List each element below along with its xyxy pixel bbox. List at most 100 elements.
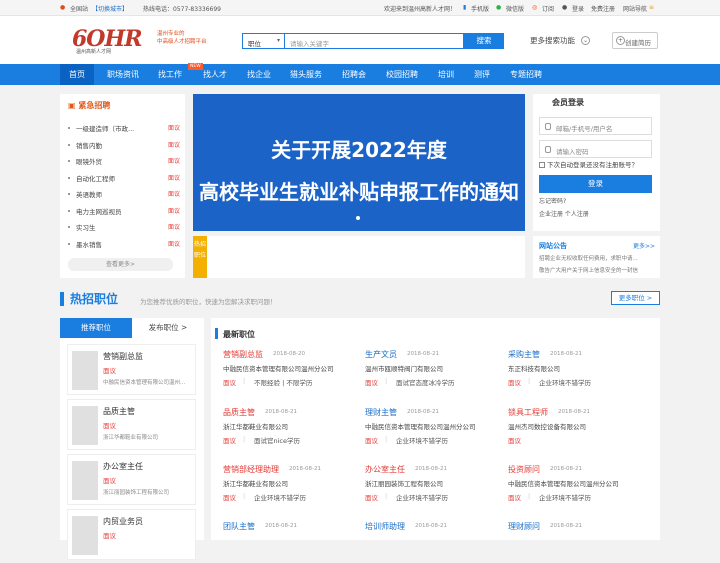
- latest-job-item[interactable]: 投资顾问 2018-08-21 中融民信资本管理有限公司温州分公司 面议 | 企业环境不错…: [508, 464, 648, 506]
- mobile-link[interactable]: 手机版: [471, 4, 489, 13]
- see-more-button[interactable]: 查看更多>: [68, 258, 173, 271]
- latest-job-item[interactable]: 培训师助理 2018-08-21: [365, 521, 505, 563]
- job-card[interactable]: 内贸业务员 面议: [67, 509, 196, 560]
- job-name-link[interactable]: 办公室主任: [365, 464, 405, 475]
- urgent-item[interactable]: 一级建造师（市政... 面议: [68, 123, 180, 133]
- nav-news[interactable]: 职场资讯: [101, 64, 145, 85]
- urgent-item-title: 销售内勤: [76, 141, 102, 150]
- login-link[interactable]: 登录: [572, 4, 584, 13]
- job-company[interactable]: 浙江华都鞋业有限公司: [223, 421, 288, 431]
- nav-find-company[interactable]: 找企业: [240, 64, 278, 85]
- job-company[interactable]: 温州杰司数控设备有限公司: [508, 421, 586, 431]
- job-company[interactable]: 浙江丽园装饰工程有限公司: [365, 478, 443, 488]
- latest-job-item[interactable]: 办公室主任 2018-08-21 浙江丽园装饰工程有限公司 面议 | 企业环境不错学历: [365, 464, 505, 506]
- subscribe-link[interactable]: 订阅: [542, 4, 554, 13]
- job-company[interactable]: 温州市瓯顺特阀门有限公司: [365, 363, 443, 373]
- nav-job-fair[interactable]: 招聘会: [335, 64, 373, 85]
- latest-job-item[interactable]: 品质主管 2018-08-21 浙江华都鞋业有限公司 面议 | 面试官nice学历: [223, 407, 363, 449]
- urgent-item[interactable]: 眼镜外贸 面议: [68, 156, 180, 166]
- register-link[interactable]: 免费注册: [591, 4, 615, 13]
- search-type-select[interactable]: 职位 ▾: [242, 33, 284, 49]
- job-name-link[interactable]: 锁具工程师: [508, 407, 548, 418]
- latest-job-item[interactable]: 理财主管 2018-08-21 中融民信资本管理有限公司温州分公司 面议 | 企业环境不错…: [365, 407, 505, 449]
- job-company[interactable]: 中融民信资本管理有限公司温州分公司: [223, 363, 334, 373]
- chevron-down-circle-icon[interactable]: ⌄: [581, 36, 590, 45]
- job-card[interactable]: 办公室主任 面议 浙江丽园装饰工程有限公司: [67, 454, 196, 505]
- forgot-password-link[interactable]: 忘记密码?: [539, 196, 566, 205]
- job-name-link[interactable]: 理财主管: [365, 407, 397, 418]
- mobile-icon: ▮: [463, 4, 467, 11]
- nav-special[interactable]: 专题招聘: [504, 64, 548, 85]
- latest-job-item[interactable]: 团队主管 2018-08-21: [223, 521, 363, 563]
- username-input[interactable]: 邮箱/手机号/用户名: [539, 117, 652, 135]
- main-nav: 首页 职场资讯 找工作 找人才 找企业 猎头服务 招聘会 校园招聘 培训 测评 …: [0, 64, 720, 85]
- urgent-item[interactable]: 实习生 面议: [68, 222, 180, 232]
- password-input[interactable]: 请输入密码: [539, 140, 652, 158]
- sitemap-link[interactable]: 网站导航: [623, 4, 647, 13]
- job-name-link[interactable]: 理财顾问: [508, 521, 540, 532]
- nav-headhunter[interactable]: 猎头服务: [284, 64, 328, 85]
- search-input[interactable]: 请输入关键字: [284, 33, 464, 49]
- notice-item[interactable]: 招聘企业无权收取任何费用，求职中请...: [539, 254, 654, 262]
- latest-job-item[interactable]: 锁具工程师 2018-08-21 温州杰司数控设备有限公司 面议: [508, 407, 648, 449]
- latest-job-item[interactable]: 理财顾问 2018-08-21: [508, 521, 648, 563]
- site-logo[interactable]: 6OHR 温州高新人才网: [72, 26, 152, 55]
- nav-find-job[interactable]: 找工作: [151, 64, 189, 85]
- job-requirements: 企业环境不错学历: [254, 494, 306, 502]
- create-resume-button[interactable]: + 创建简历: [612, 32, 658, 49]
- job-company[interactable]: 中融民信资本管理有限公司温州分公司: [365, 421, 476, 431]
- checkbox-box[interactable]: [539, 162, 545, 168]
- bullet: [68, 209, 70, 212]
- nav-assessment[interactable]: 测评: [467, 64, 497, 85]
- username-placeholder: 邮箱/手机号/用户名: [556, 125, 613, 133]
- urgent-item[interactable]: 电力主网巡视员 面议: [68, 206, 180, 216]
- job-card[interactable]: 品质主管 面议 浙江华都鞋业有限公司: [67, 399, 196, 450]
- job-name-link[interactable]: 营销副总监: [223, 349, 263, 360]
- banner[interactable]: 关于开展2022年度 高校毕业生就业补贴申报工作的通知: [193, 94, 525, 231]
- job-requirements: 企业环境不错学历: [539, 494, 591, 502]
- job-company[interactable]: 东正科技有限公司: [508, 363, 560, 373]
- job-name-link[interactable]: 投资顾问: [508, 464, 540, 475]
- job-company[interactable]: 浙江华都鞋业有限公司: [223, 478, 288, 488]
- welcome-text: 欢迎来到温州高新人才网！: [384, 6, 457, 13]
- job-name-link[interactable]: 营销部经理助理: [223, 464, 279, 475]
- job-card[interactable]: 营销副总监 面议 中融民信资本管理有限公司温州...: [67, 344, 196, 395]
- latest-job-item[interactable]: 生产文员 2018-08-21 温州市瓯顺特阀门有限公司 面议 | 面试官态度冰冷学历: [365, 349, 505, 391]
- more-jobs-button[interactable]: 更多职位 >: [611, 291, 660, 305]
- job-company[interactable]: 中融民信资本管理有限公司温州分公司: [508, 478, 619, 488]
- job-name-link[interactable]: 采购主管: [508, 349, 540, 360]
- login-button[interactable]: 登录: [539, 175, 652, 193]
- notice-more-link[interactable]: 更多>>: [633, 241, 655, 250]
- urgent-item[interactable]: 墨水销售 面议: [68, 239, 180, 249]
- job-name-link[interactable]: 品质主管: [223, 407, 255, 418]
- nav-home[interactable]: 首页: [60, 64, 94, 85]
- more-search-link[interactable]: 更多搜索功能: [530, 35, 575, 46]
- urgent-panel: [60, 94, 185, 278]
- job-name-link[interactable]: 生产文员: [365, 349, 397, 360]
- job-salary: 面议: [365, 437, 378, 445]
- register-links[interactable]: 企业注册 个人注册: [539, 209, 589, 218]
- card-job-name: 办公室主任: [103, 462, 143, 471]
- latest-job-item[interactable]: 营销部经理助理 2018-08-21 浙江华都鞋业有限公司 面议 | 企业环境不错学历: [223, 464, 363, 506]
- new-badge: NEW: [188, 63, 203, 70]
- switch-city-link[interactable]: 【切换城市】: [92, 4, 128, 13]
- urgent-item[interactable]: 自动化工程师 面议: [68, 173, 180, 183]
- notice-item[interactable]: 敬告广大用户关于网上信息安全的一封信: [539, 266, 654, 274]
- urgent-item[interactable]: 英语教师 面议: [68, 189, 180, 199]
- urgent-item[interactable]: 销售内勤 面议: [68, 140, 180, 150]
- latest-job-item[interactable]: 营销副总监 2018-08-20 中融民信资本管理有限公司温州分公司 面议 | 不限经验 …: [223, 349, 363, 391]
- banner-dot[interactable]: [356, 216, 360, 220]
- urgent-item-title: 实习生: [76, 224, 96, 232]
- job-salary: 面议: [365, 494, 378, 502]
- latest-job-item[interactable]: 采购主管 2018-08-21 东正科技有限公司 面议 | 企业环境不错学历: [508, 349, 648, 391]
- divider: |: [243, 492, 246, 500]
- job-name-link[interactable]: 培训师助理: [365, 521, 405, 532]
- tab-recommend[interactable]: 推荐职位: [60, 318, 132, 338]
- remember-checkbox[interactable]: 下次自动登录还没有注册账号？: [539, 159, 638, 169]
- nav-campus[interactable]: 校园招聘: [380, 64, 424, 85]
- tab-publish[interactable]: 发布职位 >: [132, 318, 204, 338]
- wechat-link[interactable]: 微信版: [506, 4, 524, 13]
- nav-training[interactable]: 培训: [431, 64, 461, 85]
- search-button[interactable]: 搜索: [464, 33, 504, 49]
- job-name-link[interactable]: 团队主管: [223, 521, 255, 532]
